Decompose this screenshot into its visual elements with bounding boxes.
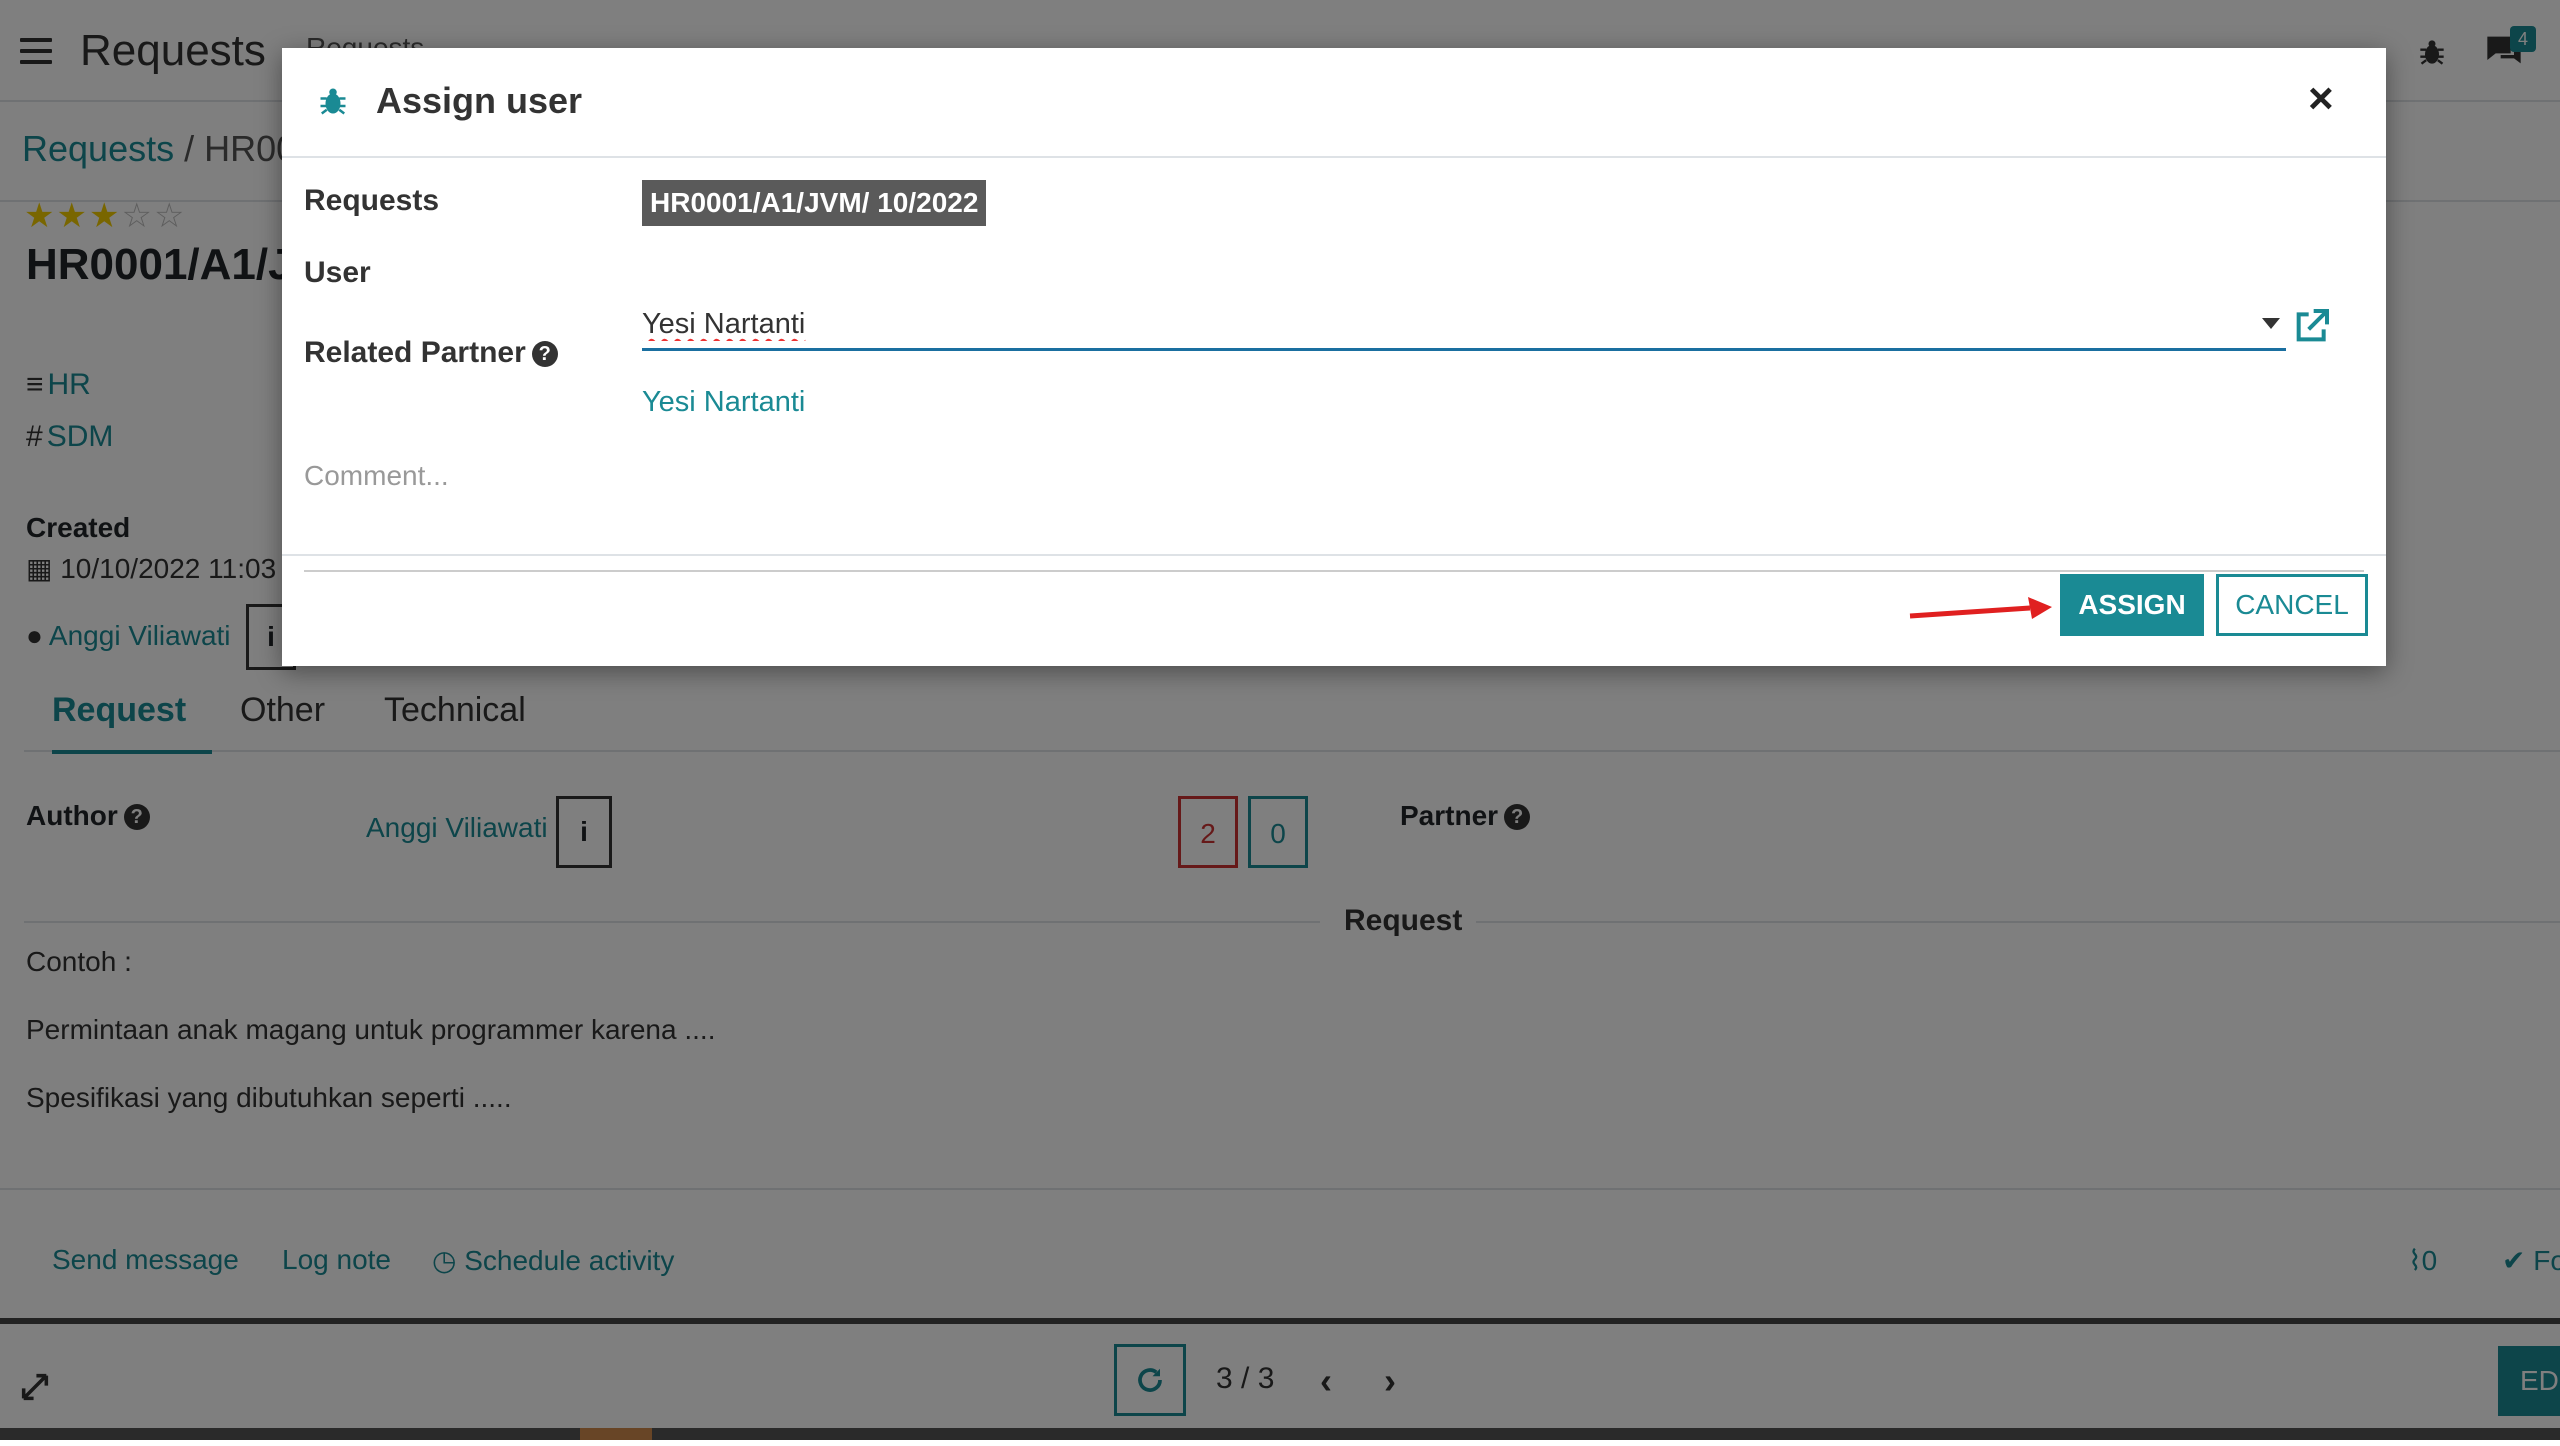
related-partner-link[interactable]: Yesi Nartanti — [642, 386, 805, 419]
user-input[interactable] — [642, 300, 2286, 351]
chevron-down-icon[interactable] — [2262, 318, 2280, 329]
requests-label: Requests — [304, 184, 440, 217]
related-partner-label-text: Related Partner — [304, 336, 526, 369]
annotation-arrow-icon — [1909, 597, 2052, 619]
cancel-button[interactable]: CANCEL — [2216, 574, 2368, 636]
requests-value: HR0001/A1/JVM/ 10/2022 — [642, 180, 987, 226]
bug-icon — [320, 88, 346, 115]
dialog-header — [282, 48, 2386, 158]
close-icon[interactable]: × — [2308, 74, 2334, 124]
assign-button[interactable]: ASSIGN — [2060, 574, 2204, 636]
dialog-title: Assign user — [376, 80, 583, 121]
related-partner-label: Related Partner? — [304, 336, 558, 370]
user-label: User — [304, 256, 371, 289]
external-link-icon[interactable] — [2290, 306, 2334, 346]
assign-user-dialog: Assign user × Requests HR0001/A1/JVM/ 10… — [282, 48, 2386, 666]
question-circle-icon[interactable]: ? — [531, 341, 558, 367]
